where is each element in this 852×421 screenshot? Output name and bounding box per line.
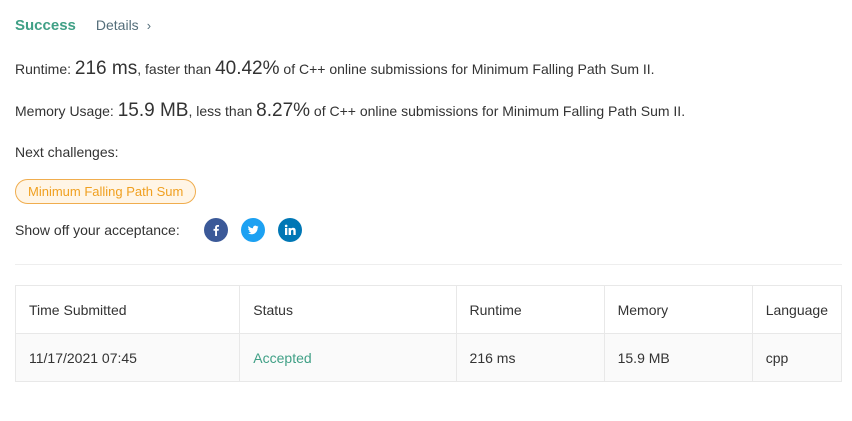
column-header-status: Status [239, 285, 457, 334]
twitter-icon [248, 225, 259, 235]
result-status: Success [15, 16, 76, 34]
facebook-share-button[interactable] [204, 218, 228, 242]
details-label: Details [95, 17, 139, 33]
memory-value: 15.9 MB [117, 100, 189, 121]
cell-status: Accepted [239, 333, 457, 382]
runtime-percent: 40.42% [215, 58, 280, 79]
share-label: Show off your acceptance: [15, 222, 180, 238]
runtime-mid: , faster than [137, 61, 216, 77]
memory-summary: Memory Usage: 15.9 MB, less than 8.27% o… [15, 100, 685, 122]
result-header: Success Details › [15, 14, 151, 36]
runtime-summary: Runtime: 216 ms, faster than 40.42% of C… [15, 58, 655, 80]
status-link[interactable]: Accepted [253, 350, 311, 366]
share-row: Show off your acceptance: [15, 218, 315, 242]
column-header-memory: Memory [603, 285, 753, 334]
runtime-value: 216 ms [74, 58, 138, 79]
chevron-right-icon: › [146, 17, 152, 33]
memory-mid: , less than [188, 103, 257, 119]
memory-label: Memory Usage: [15, 103, 118, 119]
submissions-table: Time Submitted Status Runtime Memory Lan… [14, 285, 843, 382]
details-link[interactable]: Details › [96, 17, 151, 33]
column-header-runtime: Runtime [455, 285, 605, 334]
next-challenge-chip[interactable]: Minimum Falling Path Sum [15, 179, 197, 204]
linkedin-share-button[interactable] [278, 218, 302, 242]
cell-runtime: 216 ms [455, 333, 605, 382]
column-header-time: Time Submitted [14, 285, 241, 334]
runtime-label: Runtime: [15, 61, 75, 77]
memory-suffix: of C++ online submissions for Minimum Fa… [310, 103, 686, 119]
next-challenges-label: Next challenges: [15, 144, 119, 160]
twitter-share-button[interactable] [241, 218, 265, 242]
runtime-suffix: of C++ online submissions for Minimum Fa… [279, 61, 655, 77]
memory-percent: 8.27% [256, 100, 311, 121]
table-header-row: Time Submitted Status Runtime Memory Lan… [14, 285, 843, 334]
cell-memory: 15.9 MB [603, 333, 753, 382]
cell-language: cpp [751, 333, 843, 382]
linkedin-icon [284, 224, 296, 235]
cell-time: 11/17/2021 07:45 [14, 333, 241, 382]
table-row: 11/17/2021 07:45 Accepted 216 ms 15.9 MB… [14, 333, 843, 382]
section-divider [15, 264, 842, 265]
facebook-icon [213, 225, 219, 236]
column-header-language: Language [751, 285, 843, 334]
